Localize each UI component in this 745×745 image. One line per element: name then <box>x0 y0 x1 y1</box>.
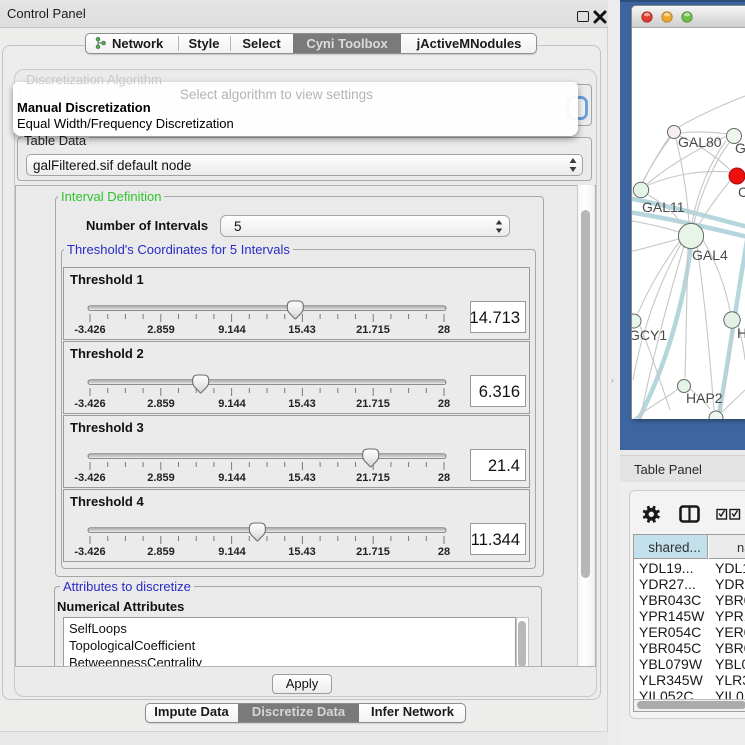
svg-text:GA: GA <box>735 140 745 156</box>
svg-text:GCY1: GCY1 <box>632 327 667 343</box>
svg-text:GAL80: GAL80 <box>678 134 722 150</box>
svg-text:C: C <box>738 184 745 200</box>
svg-text:H: H <box>737 325 745 341</box>
svg-text:GAL4: GAL4 <box>692 247 728 263</box>
svg-text:GAL11: GAL11 <box>642 199 685 215</box>
svg-text:HAP2: HAP2 <box>686 390 723 406</box>
